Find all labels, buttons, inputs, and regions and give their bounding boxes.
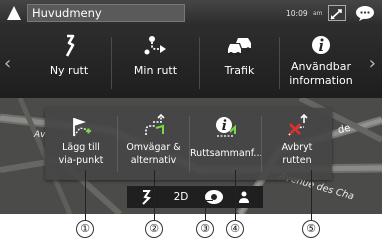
my-route-icon (112, 34, 199, 58)
callout-leader-line (235, 170, 236, 220)
route-summary-icon (190, 114, 261, 138)
main-menu-bar: ‹ › Ny rutt Min rutt Trafik Användbar in… (0, 27, 382, 98)
useful-information-label: Användbar information (280, 60, 362, 88)
signal-icon[interactable] (328, 5, 346, 21)
map-street-label: Av (34, 130, 46, 140)
add-waypoint-label: Lägg till via-punkt (45, 142, 117, 167)
message-icon[interactable] (353, 5, 377, 22)
page-title: Huvudmeny (32, 6, 102, 20)
navigation-arrow-icon[interactable] (7, 6, 21, 20)
useful-information-label-line1: Användbar (291, 60, 351, 73)
my-route-label: Min rutt (133, 64, 178, 77)
cancel-route-label: Avbryt rutten (262, 142, 332, 167)
clock: 10:09 (286, 9, 308, 18)
new-route-icon (27, 34, 111, 58)
info-icon (280, 34, 362, 58)
previous-page-arrow[interactable]: ‹ (4, 55, 11, 73)
title-field: Huvudmeny (27, 4, 185, 22)
callout-leader-line (311, 170, 312, 220)
traffic-button[interactable]: Trafik (200, 27, 279, 98)
callout-leader-line (205, 200, 213, 220)
new-route-label: Ny rutt (49, 64, 89, 77)
add-waypoint-label-line2: via-punkt (58, 154, 104, 166)
add-waypoint-icon (45, 114, 117, 138)
device-screen: de Avenue des Cha Av Huvudmeny 10:09 am (0, 0, 382, 214)
clock-period: am (313, 10, 323, 17)
detours-icon (118, 113, 189, 138)
callout-leader-line (154, 170, 155, 220)
route-direction-icon[interactable] (133, 186, 159, 208)
map-control-bar: 2D (127, 186, 263, 208)
cancel-route-label-line1: Avbryt (281, 142, 313, 153)
my-route-button[interactable]: Min rutt (112, 27, 199, 98)
new-route-button[interactable]: Ny rutt (27, 27, 111, 98)
useful-information-label-line2: information (289, 74, 353, 87)
add-waypoint-button[interactable]: Lägg till via-punkt (45, 108, 117, 180)
route-summary-label-line1: Ruttsammanf... (190, 148, 261, 159)
route-options-popup: Lägg till via-punkt Omvägar & alternativ (45, 108, 332, 180)
callout-number-1: ① (76, 220, 94, 238)
callout-number-5: ⑤ (302, 220, 320, 238)
next-page-arrow[interactable]: › (369, 55, 376, 73)
callout-number-3: ③ (196, 220, 214, 238)
view-mode-2d-button[interactable]: 2D (167, 186, 195, 208)
detours-label-line2: alternativ (130, 154, 177, 166)
useful-information-button[interactable]: Användbar information (280, 27, 362, 98)
callout-number-4: ④ (226, 220, 244, 238)
cancel-route-icon (262, 113, 332, 138)
status-bar: Huvudmeny 10:09 am (0, 0, 382, 27)
callout-number-2: ② (145, 220, 163, 238)
cancel-route-button[interactable]: Avbryt rutten (262, 108, 332, 180)
traffic-icon (200, 34, 279, 58)
route-summary-label: Ruttsammanf... (190, 148, 261, 161)
route-summary-button[interactable]: Ruttsammanf... (190, 108, 261, 180)
traffic-label: Trafik (224, 64, 255, 77)
cancel-route-label-line2: rutten (282, 154, 312, 166)
detours-alternatives-label: Omvägar & alternativ (118, 142, 189, 167)
callout-leader-line (85, 170, 86, 220)
add-waypoint-label-line1: Lägg till (62, 142, 100, 153)
detours-label-line1: Omvägar & (126, 142, 181, 153)
